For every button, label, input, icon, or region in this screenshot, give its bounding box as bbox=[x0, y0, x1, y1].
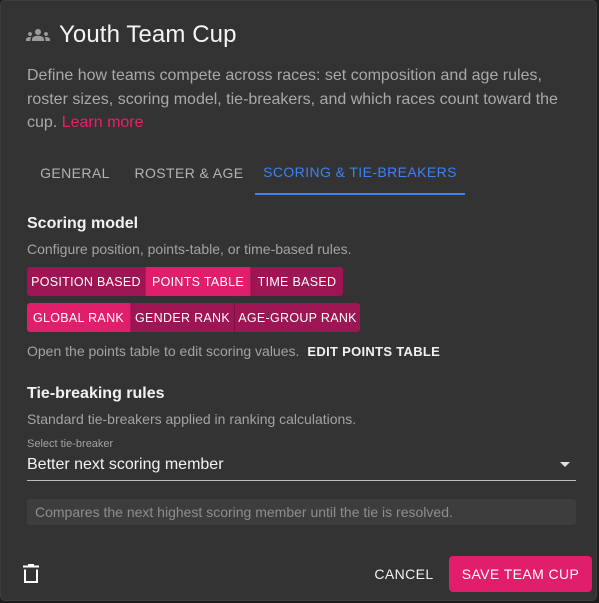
points-table-row: Open the points table to edit scoring va… bbox=[27, 343, 440, 359]
trash-icon[interactable] bbox=[22, 564, 40, 584]
gender-rank-button[interactable]: GENDER RANK bbox=[130, 303, 234, 332]
group-icon bbox=[26, 23, 50, 47]
dialog-description: Define how teams compete across races: s… bbox=[27, 64, 572, 135]
tie-breaker-select-value: Better next scoring member bbox=[27, 456, 224, 473]
tie-breaking-heading: Tie-breaking rules bbox=[27, 385, 165, 402]
tie-breaker-select-label: Select tie-breaker bbox=[27, 438, 114, 450]
edit-points-table-button[interactable]: EDIT POINTS TABLE bbox=[307, 344, 440, 359]
scoring-model-heading: Scoring model bbox=[27, 215, 139, 232]
cancel-button[interactable]: CANCEL bbox=[368, 559, 440, 589]
team-cup-dialog: Youth Team Cup Define how teams compete … bbox=[0, 0, 597, 601]
learn-more-link[interactable]: Learn more bbox=[62, 114, 144, 131]
rank-type-toggle-group: GLOBAL RANK GENDER RANK AGE-GROUP RANK bbox=[27, 303, 360, 332]
tab-scoring-tie-breakers[interactable]: SCORING & TIE-BREAKERS bbox=[255, 151, 465, 195]
points-table-button[interactable]: POINTS TABLE bbox=[145, 267, 250, 296]
tie-breaking-subtitle: Standard tie-breakers applied in ranking… bbox=[27, 411, 357, 427]
scoring-model-toggle-group: POSITION BASED POINTS TABLE TIME BASED bbox=[27, 267, 343, 296]
tie-breaker-select[interactable]: Better next scoring member bbox=[27, 452, 576, 481]
dropdown-arrow-icon[interactable] bbox=[560, 462, 570, 467]
dialog-header: Youth Team Cup bbox=[26, 21, 237, 49]
position-based-button[interactable]: POSITION BASED bbox=[27, 267, 145, 296]
time-based-button[interactable]: TIME BASED bbox=[250, 267, 343, 296]
global-rank-button[interactable]: GLOBAL RANK bbox=[27, 303, 130, 332]
tie-breaker-helper-text: Compares the next highest scoring member… bbox=[27, 499, 576, 525]
points-table-hint: Open the points table to edit scoring va… bbox=[27, 343, 300, 359]
age-group-rank-button[interactable]: AGE-GROUP RANK bbox=[234, 303, 360, 332]
tab-bar: GENERAL ROSTER & AGE SCORING & TIE-BREAK… bbox=[27, 151, 577, 195]
dialog-title: Youth Team Cup bbox=[59, 21, 237, 48]
save-team-cup-button[interactable]: SAVE TEAM CUP bbox=[449, 556, 592, 592]
tab-general[interactable]: GENERAL bbox=[27, 151, 123, 195]
tab-roster-age[interactable]: ROSTER & AGE bbox=[123, 151, 255, 195]
scoring-model-subtitle: Configure position, points-table, or tim… bbox=[27, 241, 352, 257]
